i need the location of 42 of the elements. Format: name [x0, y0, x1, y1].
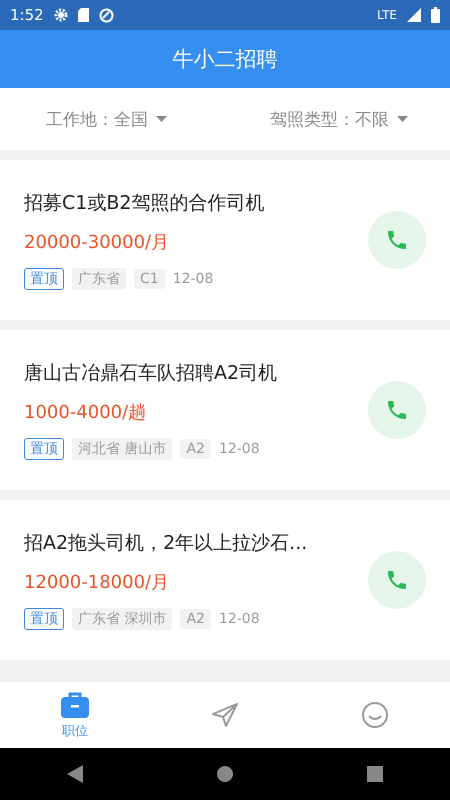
job-tag: 河北省 唐山市 [72, 438, 172, 460]
gear-icon [54, 8, 68, 22]
job-tag: 广东省 深圳市 [72, 608, 172, 630]
job-card[interactable]: 招募C1或B2驾照的合作司机 20000-30000/月 置顶 广东省 C1 12-08 [0, 160, 450, 320]
job-card[interactable]: 唐山古冶鼎石车队招聘A2司机 1000-4000/趟 置顶 河北省 唐山市 A2 12-08 [0, 330, 450, 490]
job-date: 12-08 [218, 441, 260, 457]
job-tag: A2 [180, 609, 211, 629]
job-salary: 20000-30000/月 [24, 231, 170, 254]
send-icon [210, 701, 240, 729]
home-icon[interactable] [216, 765, 234, 783]
circle-icon [98, 8, 114, 22]
job-date: 12-08 [172, 271, 214, 287]
job-title: 招A2拖头司机，2年以上拉沙石... [24, 531, 308, 556]
job-tag: C1 [134, 269, 165, 289]
briefcase-icon [60, 690, 90, 718]
pinned-tag: 置顶 [24, 438, 64, 460]
job-card[interactable]: 招A2拖头司机，2年以上拉沙石... 12000-18000/月 置顶 广东省 深圳市 A2 12-08 [0, 500, 450, 660]
pinned-tag: 置顶 [24, 268, 64, 290]
filter-dropdown[interactable]: 工作地：全国 [46, 108, 167, 130]
recents-icon[interactable] [367, 766, 384, 782]
network-label: LTE [377, 8, 397, 22]
phone-icon [385, 568, 409, 592]
filter-dropdown[interactable]: 驾照类型：不限 [270, 108, 408, 130]
job-title: 招募C1或B2驾照的合作司机 [24, 191, 266, 216]
job-salary: 12000-18000/月 [24, 571, 170, 594]
battery-icon [431, 7, 440, 23]
sd-card-icon [78, 8, 89, 22]
signal-icon [407, 8, 421, 22]
back-icon[interactable] [66, 765, 83, 783]
job-title: 唐山古冶鼎石车队招聘A2司机 [24, 361, 278, 386]
smiley-icon [360, 701, 390, 729]
job-date: 12-08 [218, 611, 260, 627]
app-title: 牛小二招聘 [172, 46, 278, 73]
job-tag: A2 [180, 439, 211, 459]
caret-icon [156, 116, 167, 122]
phone-icon [385, 398, 409, 422]
phone-icon [385, 228, 409, 252]
job-salary: 1000-4000/趟 [24, 401, 148, 424]
job-tag: 广东省 [72, 268, 126, 290]
pinned-tag: 置顶 [24, 608, 64, 630]
caret-icon [397, 116, 408, 122]
status-time: 1:52 [10, 6, 44, 24]
